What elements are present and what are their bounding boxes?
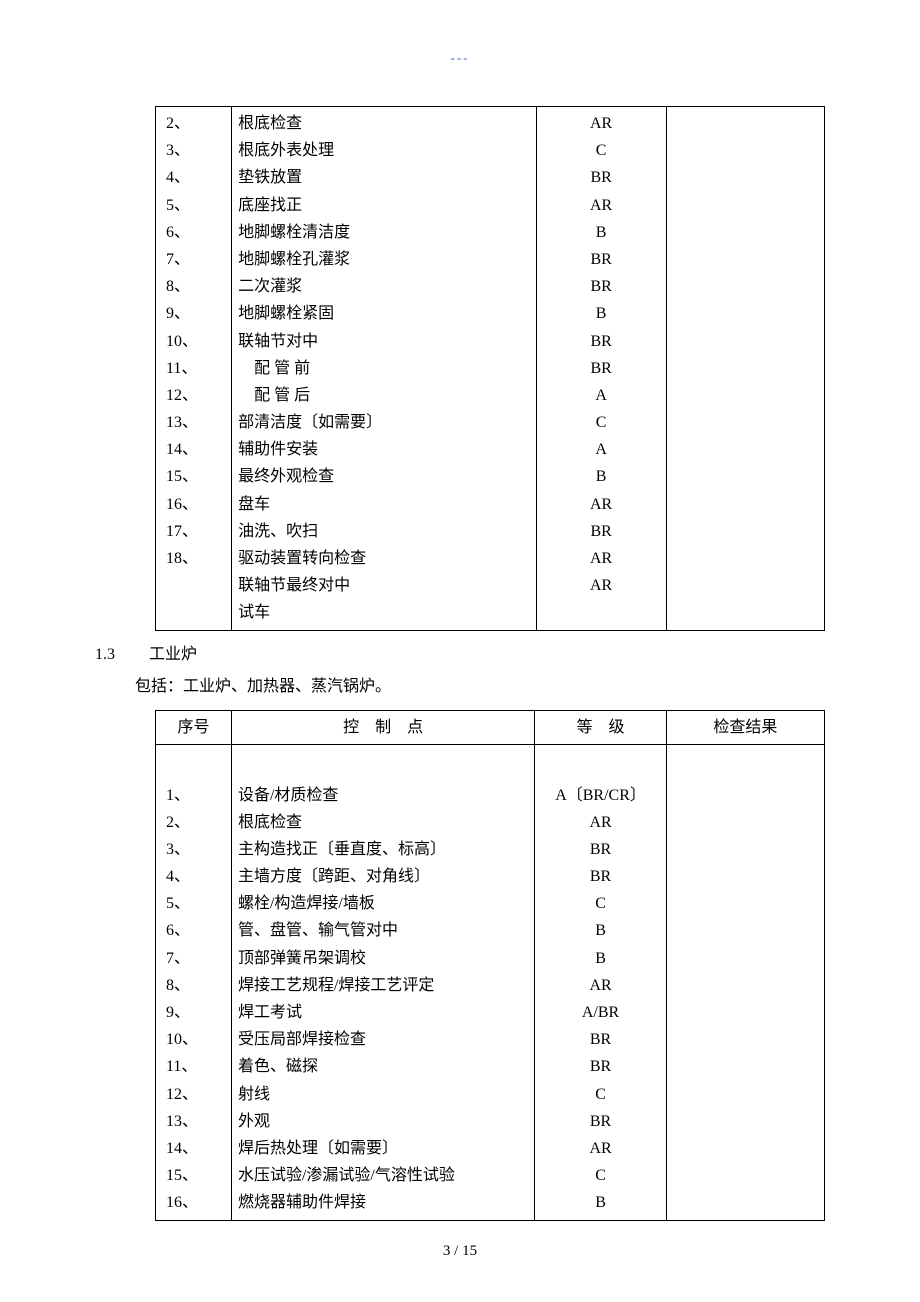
col-header-num: 序号 — [156, 711, 232, 745]
col-header-grade: 等 级 — [535, 711, 667, 745]
table-cell: 设备/材质检查根底检查主构造找正〔垂直度、标高〕主墙方度〔跨距、对角线〕螺栓/构… — [231, 779, 534, 1221]
section-title: 工业炉 — [149, 646, 197, 663]
table-cell: 2、3、4、5、6、7、8、9、10、11、12、13、14、15、16、17、… — [156, 107, 232, 631]
table-cell: 根底检查根底外表处理垫铁放置底座找正地脚螺栓清洁度地脚螺栓孔灌浆二次灌浆地脚螺栓… — [232, 107, 537, 631]
table-row — [156, 745, 825, 779]
table-1: 2、3、4、5、6、7、8、9、10、11、12、13、14、15、16、17、… — [155, 106, 825, 631]
table-cell — [666, 107, 824, 631]
table-cell — [156, 745, 232, 779]
section-subtext: 包括：工业炉、加热器、蒸汽锅炉。 — [135, 673, 825, 702]
table-row: 2、3、4、5、6、7、8、9、10、11、12、13、14、15、16、17、… — [156, 107, 825, 631]
header-separator: --- — [95, 50, 825, 66]
col-header-ctrl: 控 制 点 — [231, 711, 534, 745]
section-number: 1.3 — [95, 641, 145, 670]
table-cell: A〔BR/CR〕ARBRBRCBBARA/BRBRBRCBRARCB — [535, 779, 667, 1221]
table-2: 序号 控 制 点 等 级 检查结果 1、2、3、4、5、6、7、8、9、10、1… — [155, 710, 825, 1220]
page-number: 3 / 15 — [95, 1243, 825, 1260]
table-row: 1、2、3、4、5、6、7、8、9、10、11、12、13、14、15、16、设… — [156, 779, 825, 1221]
table-cell — [231, 745, 534, 779]
section-heading: 1.3 工业炉 — [95, 641, 825, 670]
table-cell — [535, 745, 667, 779]
table-cell — [666, 779, 824, 1221]
table-cell: ARCBRARBBRBRBBRBRACABARBRARAR — [536, 107, 666, 631]
table-cell — [666, 745, 824, 779]
col-header-result: 检查结果 — [666, 711, 824, 745]
table-cell: 1、2、3、4、5、6、7、8、9、10、11、12、13、14、15、16、 — [156, 779, 232, 1221]
table-head-row: 序号 控 制 点 等 级 检查结果 — [156, 711, 825, 745]
page-container: --- 2、3、4、5、6、7、8、9、10、11、12、13、14、15、16… — [0, 0, 920, 1290]
